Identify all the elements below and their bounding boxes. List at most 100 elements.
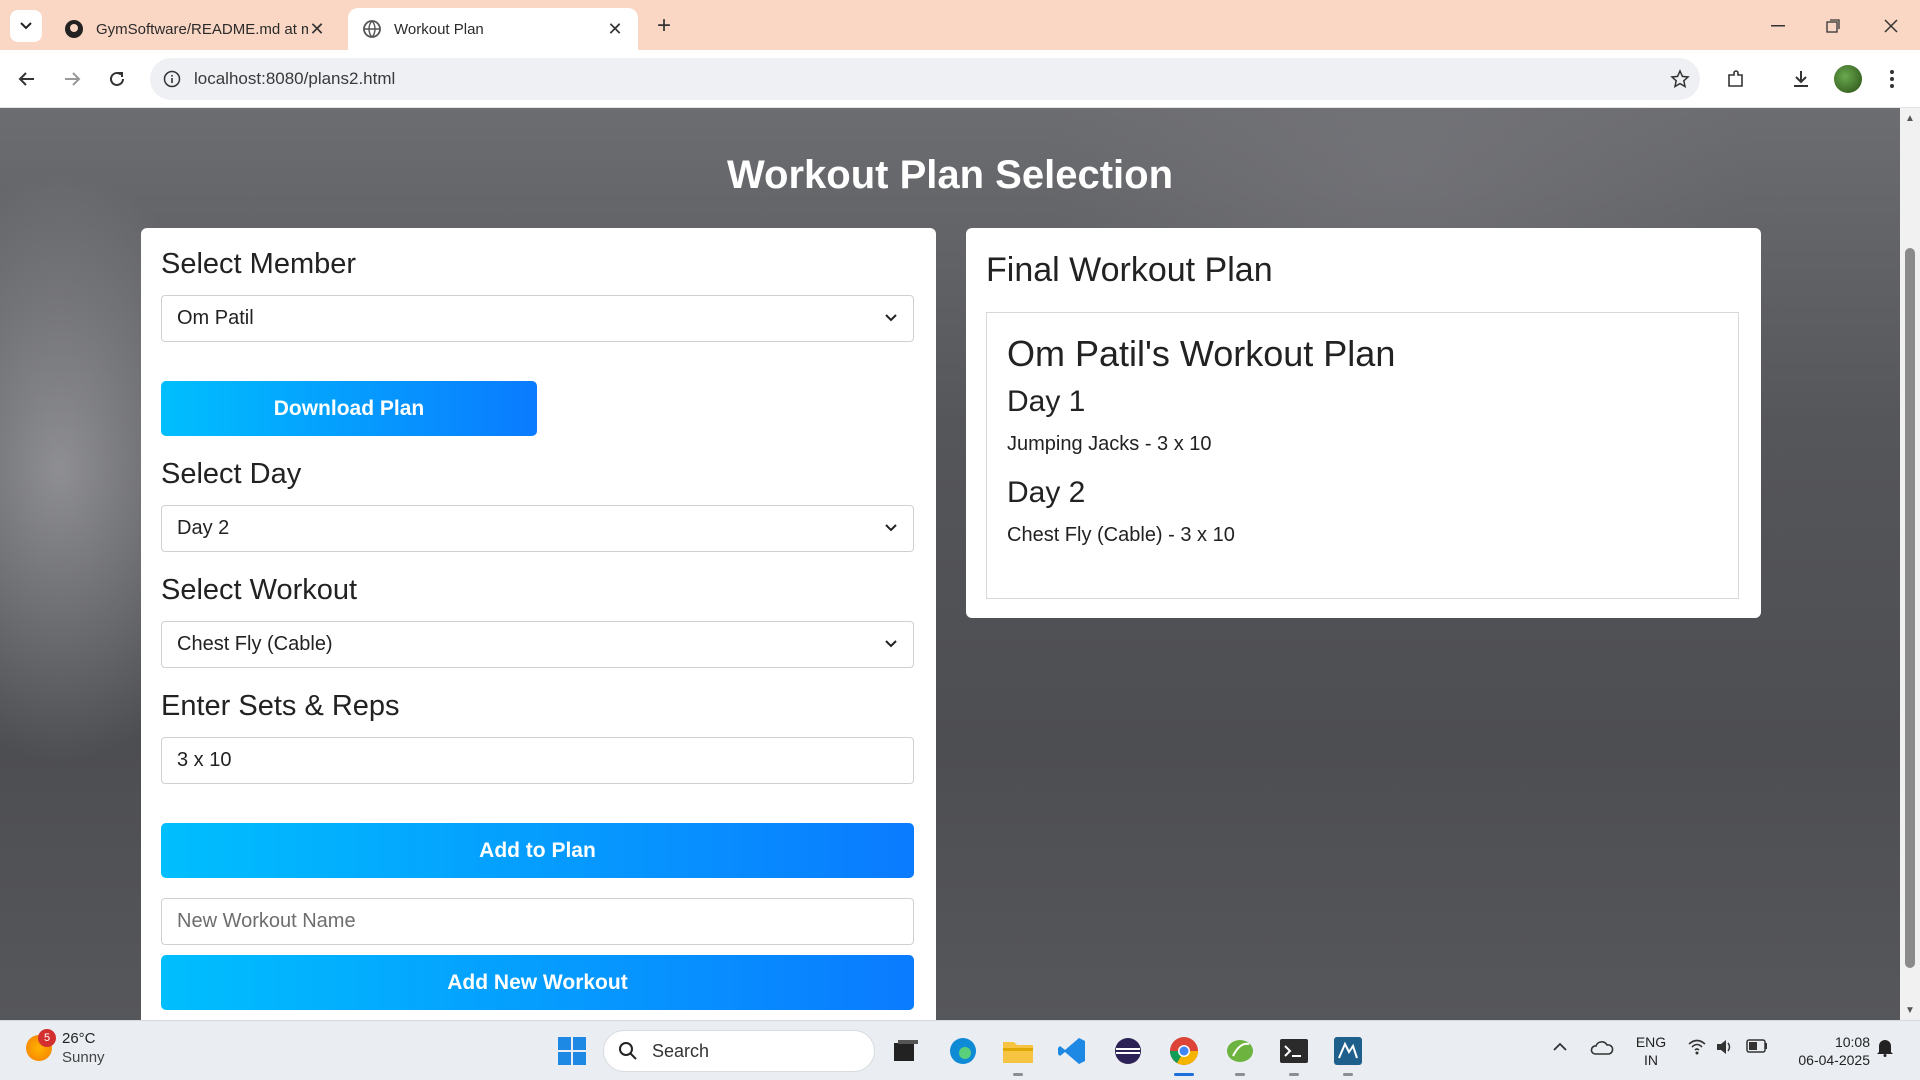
download-plan-button[interactable]: Download Plan bbox=[161, 381, 537, 436]
clock-time: 10:08 bbox=[1834, 1034, 1870, 1050]
file-explorer-icon[interactable] bbox=[1000, 1033, 1036, 1069]
sun-icon: 5 bbox=[26, 1029, 56, 1061]
language-code: ENG bbox=[1635, 1034, 1667, 1050]
terminal-icon[interactable] bbox=[1276, 1033, 1312, 1069]
workout-label: Select Workout bbox=[161, 574, 358, 606]
chevron-down-icon bbox=[885, 640, 897, 648]
weather-condition: Sunny bbox=[62, 1049, 105, 1066]
reload-icon bbox=[110, 71, 124, 86]
bookmark-star-icon[interactable] bbox=[1660, 69, 1700, 89]
add-to-plan-button[interactable]: Add to Plan bbox=[161, 823, 914, 878]
scroll-down-icon[interactable]: ▼ bbox=[1904, 1004, 1916, 1016]
globe-icon bbox=[363, 20, 381, 38]
tab-workout-plan[interactable]: Workout Plan ✕ bbox=[348, 8, 638, 50]
member-select-value: Om Patil bbox=[177, 307, 254, 329]
minimize-icon bbox=[1771, 25, 1785, 27]
arrow-right-icon bbox=[65, 72, 81, 86]
sets-reps-input[interactable]: 3 x 10 bbox=[161, 737, 914, 784]
tab-search-button[interactable] bbox=[10, 10, 42, 42]
running-indicator bbox=[1235, 1073, 1245, 1076]
page-title: Workout Plan Selection bbox=[727, 153, 1173, 197]
close-icon bbox=[1884, 19, 1898, 33]
task-view-icon[interactable] bbox=[888, 1033, 924, 1069]
taskbar-search[interactable]: Search bbox=[603, 1030, 875, 1072]
eclipse-icon[interactable] bbox=[1110, 1033, 1146, 1069]
member-select[interactable]: Om Patil bbox=[161, 295, 914, 342]
chevron-down-icon bbox=[20, 22, 32, 30]
new-workout-name-input[interactable]: New Workout Name bbox=[161, 898, 914, 945]
address-bar[interactable]: localhost:8080/plans2.html bbox=[150, 58, 1700, 100]
mysql-workbench-icon[interactable] bbox=[1330, 1033, 1366, 1069]
chevron-down-icon bbox=[885, 524, 897, 532]
search-icon bbox=[619, 1042, 637, 1060]
system-clock[interactable]: 10:08 06-04-2025 bbox=[1780, 1033, 1870, 1069]
plan-day-heading: Day 1 bbox=[1007, 385, 1086, 418]
battery-icon[interactable] bbox=[1746, 1039, 1768, 1056]
close-icon[interactable]: ✕ bbox=[606, 19, 624, 39]
tab-strip: GymSoftware/README.md at m ✕ Workout Pla… bbox=[0, 0, 1920, 50]
member-label: Select Member bbox=[161, 248, 357, 280]
temperature: 26°C bbox=[62, 1030, 96, 1047]
windows-icon bbox=[558, 1037, 586, 1065]
profile-avatar[interactable] bbox=[1834, 65, 1862, 93]
edge-icon[interactable] bbox=[945, 1033, 981, 1069]
running-indicator bbox=[1343, 1073, 1353, 1076]
close-icon[interactable]: ✕ bbox=[308, 19, 326, 39]
download-icon[interactable] bbox=[1786, 64, 1816, 94]
restore-icon bbox=[1826, 19, 1840, 33]
region-code: IN bbox=[1644, 1052, 1658, 1068]
weather-widget[interactable]: 5 26°C Sunny bbox=[26, 1029, 105, 1067]
close-window-button[interactable] bbox=[1877, 12, 1905, 40]
chevron-up-icon[interactable] bbox=[1552, 1039, 1568, 1058]
volume-icon[interactable] bbox=[1716, 1039, 1734, 1058]
restore-button[interactable] bbox=[1819, 12, 1847, 40]
page-viewport: Workout Plan Selection Select Member Om … bbox=[0, 108, 1900, 1020]
notification-bell-icon[interactable] bbox=[1875, 1037, 1895, 1060]
github-icon bbox=[65, 20, 83, 38]
workout-select[interactable]: Chest Fly (Cable) bbox=[161, 621, 914, 668]
tab-title: Workout Plan bbox=[394, 20, 484, 38]
vscode-icon[interactable] bbox=[1054, 1033, 1090, 1069]
day-label: Select Day bbox=[161, 458, 302, 490]
plan-title: Om Patil's Workout Plan bbox=[1007, 333, 1396, 374]
plan-entry: Chest Fly (Cable) - 3 x 10 bbox=[1007, 524, 1235, 546]
day-select[interactable]: Day 2 bbox=[161, 505, 914, 552]
arrow-left-icon bbox=[18, 72, 34, 86]
language-indicator[interactable]: ENG IN bbox=[1634, 1033, 1668, 1069]
url-text[interactable]: localhost:8080/plans2.html bbox=[194, 69, 1660, 89]
final-plan-heading: Final Workout Plan bbox=[986, 251, 1273, 289]
forward-button[interactable] bbox=[57, 64, 87, 94]
final-plan-panel: Final Workout Plan Om Patil's Workout Pl… bbox=[966, 228, 1761, 618]
tab-github-readme[interactable]: GymSoftware/README.md at m ✕ bbox=[50, 8, 340, 50]
spring-tool-icon[interactable] bbox=[1222, 1033, 1258, 1069]
clock-date: 06-04-2025 bbox=[1798, 1052, 1870, 1068]
notification-badge: 5 bbox=[38, 1029, 56, 1047]
scrollbar-thumb[interactable] bbox=[1905, 248, 1915, 968]
start-button[interactable] bbox=[554, 1033, 590, 1069]
running-indicator bbox=[1013, 1073, 1023, 1076]
onedrive-icon[interactable] bbox=[1590, 1039, 1614, 1060]
plan-output: Om Patil's Workout Plan Day 1 Jumping Ja… bbox=[986, 312, 1739, 599]
plan-entry: Jumping Jacks - 3 x 10 bbox=[1007, 433, 1212, 455]
site-info-icon[interactable] bbox=[150, 70, 194, 88]
plan-day-heading: Day 2 bbox=[1007, 476, 1086, 509]
back-button[interactable] bbox=[12, 64, 42, 94]
day-select-value: Day 2 bbox=[177, 517, 230, 539]
tab-title: GymSoftware/README.md at m bbox=[96, 20, 308, 38]
scroll-up-icon[interactable]: ▲ bbox=[1904, 112, 1916, 124]
chrome-icon[interactable] bbox=[1166, 1033, 1202, 1069]
sets-reps-label: Enter Sets & Reps bbox=[161, 690, 400, 722]
minimize-button[interactable] bbox=[1764, 12, 1792, 40]
wifi-icon[interactable] bbox=[1688, 1039, 1706, 1058]
reload-button[interactable] bbox=[102, 64, 132, 94]
running-indicator bbox=[1289, 1073, 1299, 1076]
selection-panel: Select Member Om Patil Download Plan Sel… bbox=[141, 228, 936, 1020]
new-tab-button[interactable]: + bbox=[650, 12, 678, 40]
active-indicator bbox=[1174, 1073, 1194, 1076]
vertical-scrollbar[interactable]: ▲ ▼ bbox=[1900, 108, 1920, 1020]
chevron-down-icon bbox=[885, 314, 897, 322]
extensions-icon[interactable] bbox=[1721, 64, 1751, 94]
add-new-workout-button[interactable]: Add New Workout bbox=[161, 955, 914, 1010]
menu-kebab-icon[interactable] bbox=[1877, 64, 1907, 94]
browser-toolbar: localhost:8080/plans2.html bbox=[0, 50, 1920, 108]
